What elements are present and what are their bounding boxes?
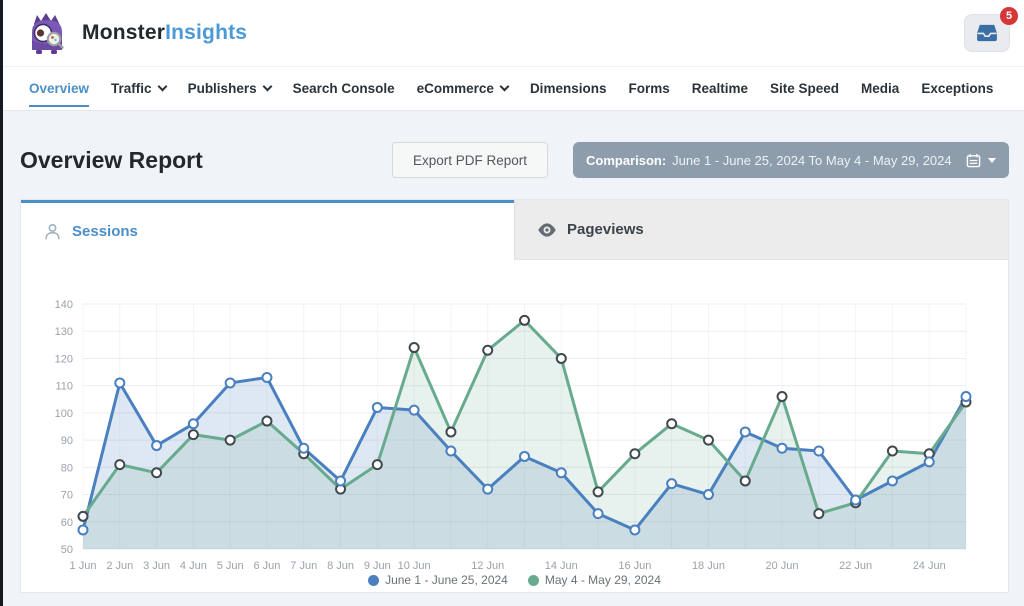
brand-monster: Monster	[82, 21, 165, 44]
tab-sessions-label: Sessions	[72, 223, 138, 240]
svg-text:10 Jun: 10 Jun	[398, 560, 431, 572]
eye-icon	[537, 222, 557, 238]
svg-text:16 Jun: 16 Jun	[618, 560, 651, 572]
chevron-down-icon	[988, 158, 996, 163]
inbox-icon	[976, 24, 998, 42]
legend-item: May 4 - May 29, 2024	[528, 573, 661, 587]
svg-text:140: 140	[55, 299, 73, 311]
legend-dot-icon	[368, 575, 379, 586]
top-bar: MonsterInsights 5	[0, 0, 1024, 66]
svg-text:9 Jun: 9 Jun	[364, 560, 391, 572]
nav-item-label: Publishers	[188, 81, 257, 96]
svg-text:6 Jun: 6 Jun	[253, 560, 280, 572]
nav-item-label: Exceptions	[921, 81, 993, 96]
report-card: Sessions Pageviews 50 60 70 80 90 100 110 120 13…	[20, 199, 1009, 593]
nav-item-label: eCommerce	[417, 81, 494, 96]
legend-dot-icon	[528, 575, 539, 586]
svg-text:20 Jun: 20 Jun	[766, 560, 799, 572]
brand-wordmark: MonsterInsights	[82, 21, 247, 45]
nav-item-dimensions[interactable]: Dimensions	[519, 67, 618, 111]
nav-item-label: Forms	[628, 81, 669, 96]
chevron-down-icon	[157, 82, 167, 92]
svg-text:2 Jun: 2 Jun	[106, 560, 133, 572]
monsterinsights-logo-icon	[24, 10, 70, 56]
comparison-value: June 1 - June 25, 2024 To May 4 - May 29…	[672, 153, 951, 168]
nav-item-label: Dimensions	[530, 81, 607, 96]
svg-text:80: 80	[61, 462, 73, 474]
sessions-comparison-chart: 50 60 70 80 90 100 110 120 130 140 1 Jun 2 Jun 3 Jun…	[21, 260, 1008, 592]
svg-text:7 Jun: 7 Jun	[290, 560, 317, 572]
svg-text:18 Jun: 18 Jun	[692, 560, 725, 572]
nav-item-search-console[interactable]: Search Console	[282, 67, 406, 111]
legend-label: May 4 - May 29, 2024	[545, 573, 661, 587]
svg-text:5 Jun: 5 Jun	[217, 560, 244, 572]
svg-text:90: 90	[61, 435, 73, 447]
legend-item: June 1 - June 25, 2024	[368, 573, 508, 587]
svg-text:22 Jun: 22 Jun	[839, 560, 872, 572]
chevron-down-icon	[499, 82, 509, 92]
comparison-date-picker[interactable]: Comparison: June 1 - June 25, 2024 To Ma…	[573, 142, 1009, 178]
page-title: Overview Report	[20, 147, 203, 174]
svg-text:4 Jun: 4 Jun	[180, 560, 207, 572]
svg-text:1 Jun: 1 Jun	[70, 560, 97, 572]
svg-text:110: 110	[55, 381, 73, 393]
metric-tabs: Sessions Pageviews	[21, 200, 1008, 260]
nav-item-label: Site Speed	[770, 81, 839, 96]
svg-text:3 Jun: 3 Jun	[143, 560, 170, 572]
notification-badge: 5	[1000, 7, 1018, 25]
tab-sessions[interactable]: Sessions	[21, 200, 514, 260]
svg-text:120: 120	[55, 353, 73, 365]
nav-item-traffic[interactable]: Traffic	[100, 67, 177, 111]
nav-item-label: Realtime	[692, 81, 748, 96]
svg-text:12 Jun: 12 Jun	[471, 560, 504, 572]
chevron-down-icon	[262, 82, 272, 92]
tab-pageviews-label: Pageviews	[567, 221, 644, 238]
legend-label: June 1 - June 25, 2024	[385, 573, 508, 587]
chart-legend: June 1 - June 25, 2024 May 4 - May 29, 20…	[21, 573, 1008, 587]
brand-insights: Insights	[165, 21, 247, 44]
nav-item-site-speed[interactable]: Site Speed	[759, 67, 850, 111]
export-pdf-button[interactable]: Export PDF Report	[392, 142, 548, 178]
report-toolbar: Overview Report Export PDF Report Compar…	[20, 141, 1009, 179]
nav-item-realtime[interactable]: Realtime	[681, 67, 759, 111]
nav-item-ecommerce[interactable]: eCommerce	[406, 67, 519, 111]
comparison-label: Comparison:	[586, 153, 666, 168]
svg-text:8 Jun: 8 Jun	[327, 560, 354, 572]
svg-text:14 Jun: 14 Jun	[545, 560, 578, 572]
svg-text:60: 60	[61, 517, 73, 529]
nav-item-publishers[interactable]: Publishers	[177, 67, 282, 111]
sessions-chart-area: 50 60 70 80 90 100 110 120 130 140 1 Jun 2 Jun 3 Jun…	[21, 260, 1008, 592]
tab-pageviews[interactable]: Pageviews	[514, 200, 1008, 260]
notifications-button[interactable]: 5	[964, 14, 1010, 52]
nav-item-overview[interactable]: Overview	[18, 67, 100, 111]
nav-item-label: Traffic	[111, 81, 152, 96]
nav-item-media[interactable]: Media	[850, 67, 910, 111]
nav-item-exceptions[interactable]: Exceptions	[910, 67, 1004, 111]
nav-item-forms[interactable]: Forms	[617, 67, 680, 111]
content-area: Overview Report Export PDF Report Compar…	[0, 110, 1024, 606]
main-nav: Overview Traffic Publishers Search Console e…	[0, 66, 1024, 110]
nav-item-label: Media	[861, 81, 899, 96]
svg-text:70: 70	[61, 490, 73, 502]
svg-text:130: 130	[55, 326, 73, 338]
svg-text:24 Jun: 24 Jun	[913, 560, 946, 572]
nav-item-label: Search Console	[293, 81, 395, 96]
window-left-edge	[0, 0, 3, 606]
svg-text:100: 100	[55, 408, 73, 420]
calendar-icon	[966, 153, 981, 168]
person-icon	[43, 222, 62, 241]
nav-item-label: Overview	[29, 81, 89, 96]
svg-text:50: 50	[61, 544, 73, 556]
